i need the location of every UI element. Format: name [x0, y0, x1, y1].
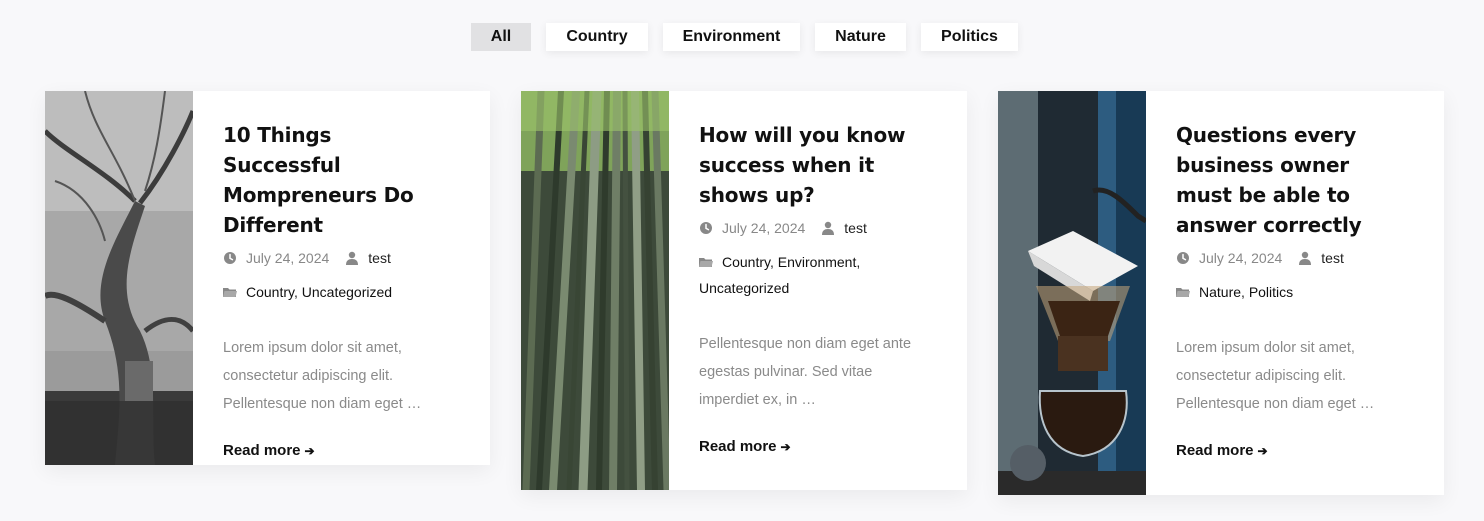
post-body: 10 Things Successful Mompreneurs Do Diff…: [223, 120, 448, 460]
post-thumbnail[interactable]: [998, 91, 1146, 495]
arrow-right-icon: ➔: [780, 440, 791, 454]
post-body: Questions every business owner must be a…: [1176, 120, 1401, 460]
post-meta: July 24, 2024 test Country, Environment,…: [699, 219, 867, 296]
pour-over-coffee-photo: [998, 91, 1146, 495]
filter-nature[interactable]: Nature: [815, 23, 906, 51]
post-author[interactable]: test: [368, 249, 391, 267]
post-excerpt: Lorem ipsum dolor sit amet, consectetur …: [1176, 340, 1375, 412]
post-excerpt: Lorem ipsum dolor sit amet, consectetur …: [223, 340, 422, 412]
category-link[interactable]: Nature: [1199, 284, 1241, 300]
user-icon: [821, 221, 835, 235]
post-meta: July 24, 2024 test Nature, Politics: [1176, 249, 1401, 305]
black-and-white-tree-photo: [45, 91, 193, 465]
user-icon: [345, 251, 359, 265]
post-title[interactable]: 10 Things Successful Mompreneurs Do Diff…: [223, 120, 448, 240]
folder-icon: [699, 255, 713, 269]
category-link[interactable]: Environment: [778, 254, 857, 270]
arrow-right-icon: ➔: [304, 444, 315, 458]
post-date: July 24, 2024: [246, 250, 330, 266]
post-card: 10 Things Successful Mompreneurs Do Diff…: [45, 91, 490, 465]
read-more-link[interactable]: Read more ➔: [1176, 442, 1268, 459]
post-title[interactable]: Questions every business owner must be a…: [1176, 120, 1401, 240]
arrow-right-icon: ➔: [1257, 444, 1268, 458]
category-filter-bar: All Country Environment Nature Politics: [0, 23, 1484, 51]
post-author[interactable]: test: [844, 219, 867, 237]
filter-politics[interactable]: Politics: [921, 23, 1018, 51]
post-meta: July 24, 2024 test Country, Uncategorize…: [223, 249, 448, 305]
category-link[interactable]: Country: [722, 254, 770, 270]
post-thumbnail[interactable]: [521, 91, 669, 490]
user-icon: [1298, 251, 1312, 265]
post-card: Questions every business owner must be a…: [998, 91, 1444, 495]
post-date: July 24, 2024: [722, 220, 806, 236]
clock-icon: [223, 251, 237, 265]
filter-all[interactable]: All: [471, 23, 531, 51]
filter-country[interactable]: Country: [546, 23, 648, 51]
post-author[interactable]: test: [1321, 249, 1344, 267]
read-more-link[interactable]: Read more ➔: [223, 442, 315, 459]
filter-environment[interactable]: Environment: [663, 23, 800, 51]
post-excerpt: Pellentesque non diam eget ante egestas …: [699, 336, 912, 408]
post-body: How will you know success when it shows …: [699, 120, 924, 456]
category-link[interactable]: Country: [246, 284, 294, 300]
category-link[interactable]: Uncategorized: [699, 280, 789, 296]
clock-icon: [699, 221, 713, 235]
post-date: July 24, 2024: [1199, 250, 1283, 266]
post-card: How will you know success when it shows …: [521, 91, 967, 490]
folder-icon: [1176, 285, 1190, 299]
post-title[interactable]: How will you know success when it shows …: [699, 120, 924, 210]
folder-icon: [223, 285, 237, 299]
category-link[interactable]: Uncategorized: [302, 284, 392, 300]
post-thumbnail[interactable]: [45, 91, 193, 465]
read-more-link[interactable]: Read more ➔: [699, 438, 791, 455]
clock-icon: [1176, 251, 1190, 265]
category-link[interactable]: Politics: [1249, 284, 1293, 300]
bamboo-forest-photo: [521, 91, 669, 490]
